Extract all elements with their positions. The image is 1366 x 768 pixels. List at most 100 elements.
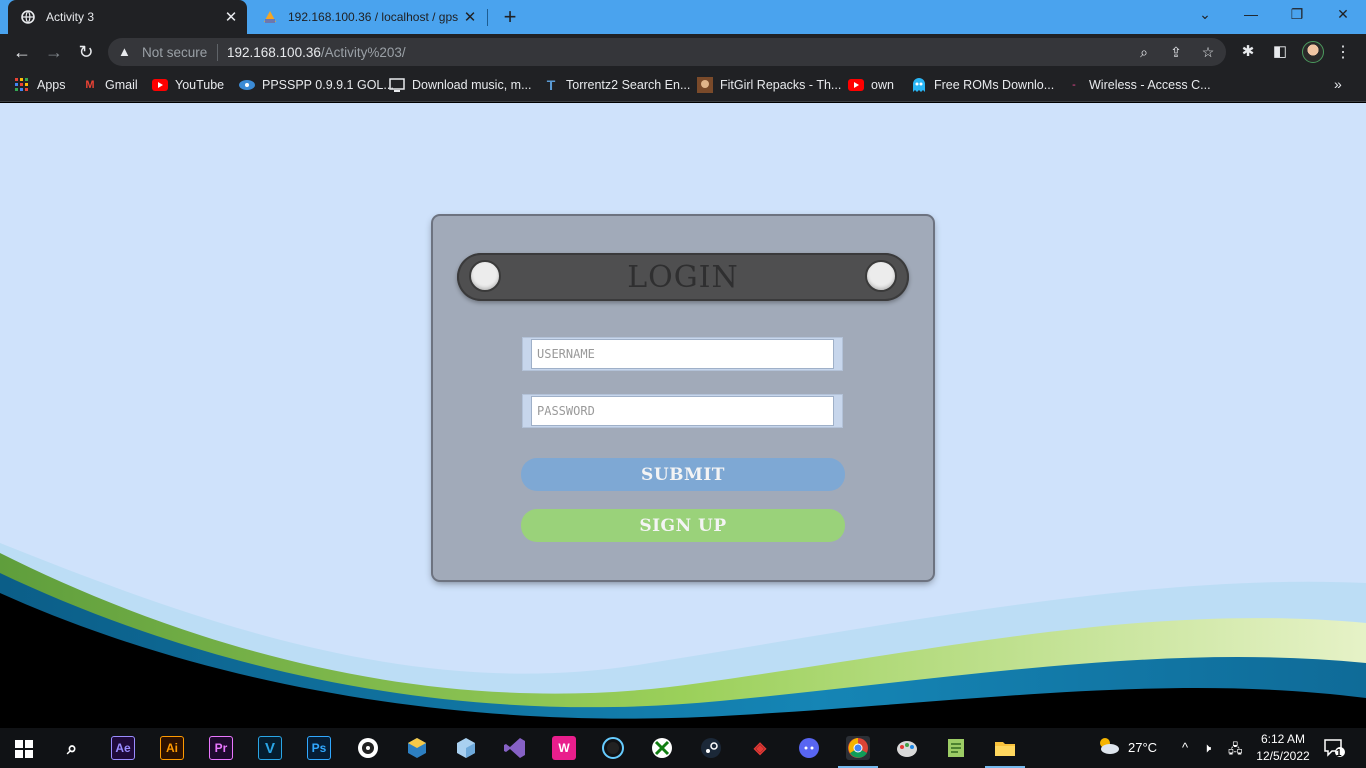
visual-studio-icon[interactable] xyxy=(503,736,527,760)
sign-up-button[interactable]: SIGN UP xyxy=(521,509,845,542)
ppsspp-icon xyxy=(239,77,255,93)
tab-divider xyxy=(487,9,488,26)
torrentz-icon: T xyxy=(546,77,556,93)
network-icon[interactable]: 🖧 xyxy=(1228,740,1243,762)
close-tab-icon[interactable]: ✕ xyxy=(458,8,482,26)
windows-taskbar xyxy=(0,728,1366,768)
back-arrow-icon[interactable]: ← xyxy=(10,40,34,64)
menu-kebab-icon[interactable]: ⋮ xyxy=(1333,42,1353,62)
notification-count: 1 xyxy=(1336,748,1342,759)
tab-activity-3[interactable]: Activity 3 ✕ xyxy=(8,0,247,34)
vegas-icon[interactable]: V xyxy=(258,736,282,760)
bookmark-label: Gmail xyxy=(105,78,138,92)
profile-avatar[interactable] xyxy=(1302,41,1324,63)
tab-title: 192.168.100.36 / localhost / gps_ xyxy=(288,10,458,24)
close-tab-icon[interactable]: ✕ xyxy=(219,8,243,26)
share-icon[interactable]: ⇪ xyxy=(1166,42,1186,62)
illustrator-icon[interactable]: Ai xyxy=(160,736,184,760)
new-tab-button[interactable]: + xyxy=(498,4,522,30)
warning-icon[interactable]: ▲ xyxy=(118,44,131,59)
tab-title: Activity 3 xyxy=(46,10,95,24)
tray-chevron-icon[interactable]: ^ xyxy=(1182,740,1188,755)
photoshop-icon[interactable]: Ps xyxy=(307,736,331,760)
side-panel-icon[interactable]: ◧ xyxy=(1270,42,1290,62)
bookmark-torrentz2[interactable]: T Torrentz2 Search En... xyxy=(543,76,691,94)
3d-box-icon[interactable] xyxy=(454,736,478,760)
submit-button[interactable]: SUBMIT xyxy=(521,458,845,491)
globe-icon xyxy=(20,9,36,25)
bookmark-ppsspp[interactable]: PPSSPP 0.9.9.1 GOL... xyxy=(239,76,394,94)
bookmark-fitgirl[interactable]: FitGirl Repacks - Th... xyxy=(697,76,841,94)
steam-icon[interactable] xyxy=(699,736,723,760)
notepad-icon[interactable] xyxy=(944,736,968,760)
bookmark-download-music[interactable]: Download music, m... xyxy=(389,76,531,94)
gmail-icon: M xyxy=(85,79,95,91)
username-field-wrapper xyxy=(522,337,843,371)
login-card: LOGIN SUBMIT SIGN UP xyxy=(433,216,933,580)
bookmark-label: own xyxy=(871,78,894,92)
clock-date: 12/5/2022 xyxy=(1256,749,1310,763)
garena-icon[interactable]: ◈ xyxy=(748,736,772,760)
zoom-icon[interactable]: ⌕ xyxy=(1134,42,1154,62)
login-banner: LOGIN xyxy=(457,253,909,301)
bookmark-label: Download music, m... xyxy=(412,78,532,92)
bookmark-own[interactable]: own xyxy=(848,76,894,94)
bookmark-free-roms[interactable]: Free ROMs Downlo... xyxy=(911,76,1054,94)
file-explorer-icon[interactable] xyxy=(993,736,1017,760)
youtube-icon xyxy=(152,77,168,93)
clock-time: 6:12 AM xyxy=(1260,732,1306,746)
bookmark-label: Wireless - Access C... xyxy=(1089,78,1211,92)
search-icon[interactable]: ⌕ xyxy=(60,736,84,760)
bookmark-label: FitGirl Repacks - Th... xyxy=(720,78,842,92)
login-title: LOGIN xyxy=(627,260,739,295)
url-path: /Activity%203/ xyxy=(320,45,406,60)
xbox-icon[interactable] xyxy=(650,736,674,760)
chrome-icon[interactable] xyxy=(846,736,870,760)
url-text[interactable]: 192.168.100.36/Activity%203/ xyxy=(227,45,406,60)
bookmark-youtube[interactable]: YouTube xyxy=(152,76,224,94)
password-field-wrapper xyxy=(522,394,843,428)
system-clock[interactable]: 6:12 AM 12/5/2022 xyxy=(1255,731,1311,765)
tab-phpmyadmin[interactable]: 192.168.100.36 / localhost / gps_ ✕ xyxy=(250,0,486,34)
bookmark-wireless[interactable]: - Wireless - Access C... xyxy=(1066,76,1211,94)
bookmark-star-icon[interactable]: ☆ xyxy=(1198,42,1218,62)
music-icon xyxy=(389,77,405,93)
not-secure-label[interactable]: Not secure xyxy=(142,45,207,60)
tab-search-chevron-icon[interactable]: ⌄ xyxy=(1182,0,1228,30)
reload-icon[interactable]: ↻ xyxy=(74,40,98,64)
bookmark-apps[interactable]: Apps xyxy=(14,76,66,94)
weather-temperature[interactable]: 27°C xyxy=(1128,740,1157,755)
ghost-icon xyxy=(911,77,927,93)
bookmark-label: Apps xyxy=(37,78,66,92)
notifications-icon[interactable] xyxy=(1324,738,1346,761)
premiere-icon[interactable]: Pr xyxy=(209,736,233,760)
extensions-puzzle-icon[interactable]: ✱ xyxy=(1238,42,1258,62)
omnibox-divider xyxy=(217,44,218,61)
wamp-icon[interactable]: W xyxy=(552,736,576,760)
password-input[interactable] xyxy=(531,396,834,426)
after-effects-icon[interactable]: Ae xyxy=(111,736,135,760)
phpmyadmin-icon xyxy=(262,9,278,25)
more-bookmarks-chevron-icon[interactable]: » xyxy=(1334,76,1342,92)
paint-icon[interactable] xyxy=(895,736,919,760)
davinci-icon[interactable] xyxy=(356,736,380,760)
aura-icon[interactable] xyxy=(601,736,625,760)
bookmark-label: YouTube xyxy=(175,78,225,92)
virtualbox-icon[interactable] xyxy=(405,736,429,760)
bookmark-label: Torrentz2 Search En... xyxy=(566,78,691,92)
restore-button[interactable]: ❐ xyxy=(1274,0,1320,30)
discord-icon[interactable] xyxy=(797,736,821,760)
weather-icon[interactable] xyxy=(1096,735,1120,760)
apps-grid-icon xyxy=(14,77,30,93)
volume-icon[interactable]: 🕨 xyxy=(1203,740,1211,756)
url-host: 192.168.100.36 xyxy=(227,45,321,60)
windows-start-icon[interactable] xyxy=(13,738,35,760)
youtube-icon xyxy=(848,77,864,93)
wireless-icon: - xyxy=(1072,79,1076,91)
minimize-button[interactable]: — xyxy=(1228,0,1274,30)
bookmark-gmail[interactable]: M Gmail xyxy=(82,76,138,94)
close-window-button[interactable]: ✕ xyxy=(1320,0,1366,30)
rivet-right-icon xyxy=(865,260,897,292)
forward-arrow-icon[interactable]: → xyxy=(42,40,66,64)
username-input[interactable] xyxy=(531,339,834,369)
